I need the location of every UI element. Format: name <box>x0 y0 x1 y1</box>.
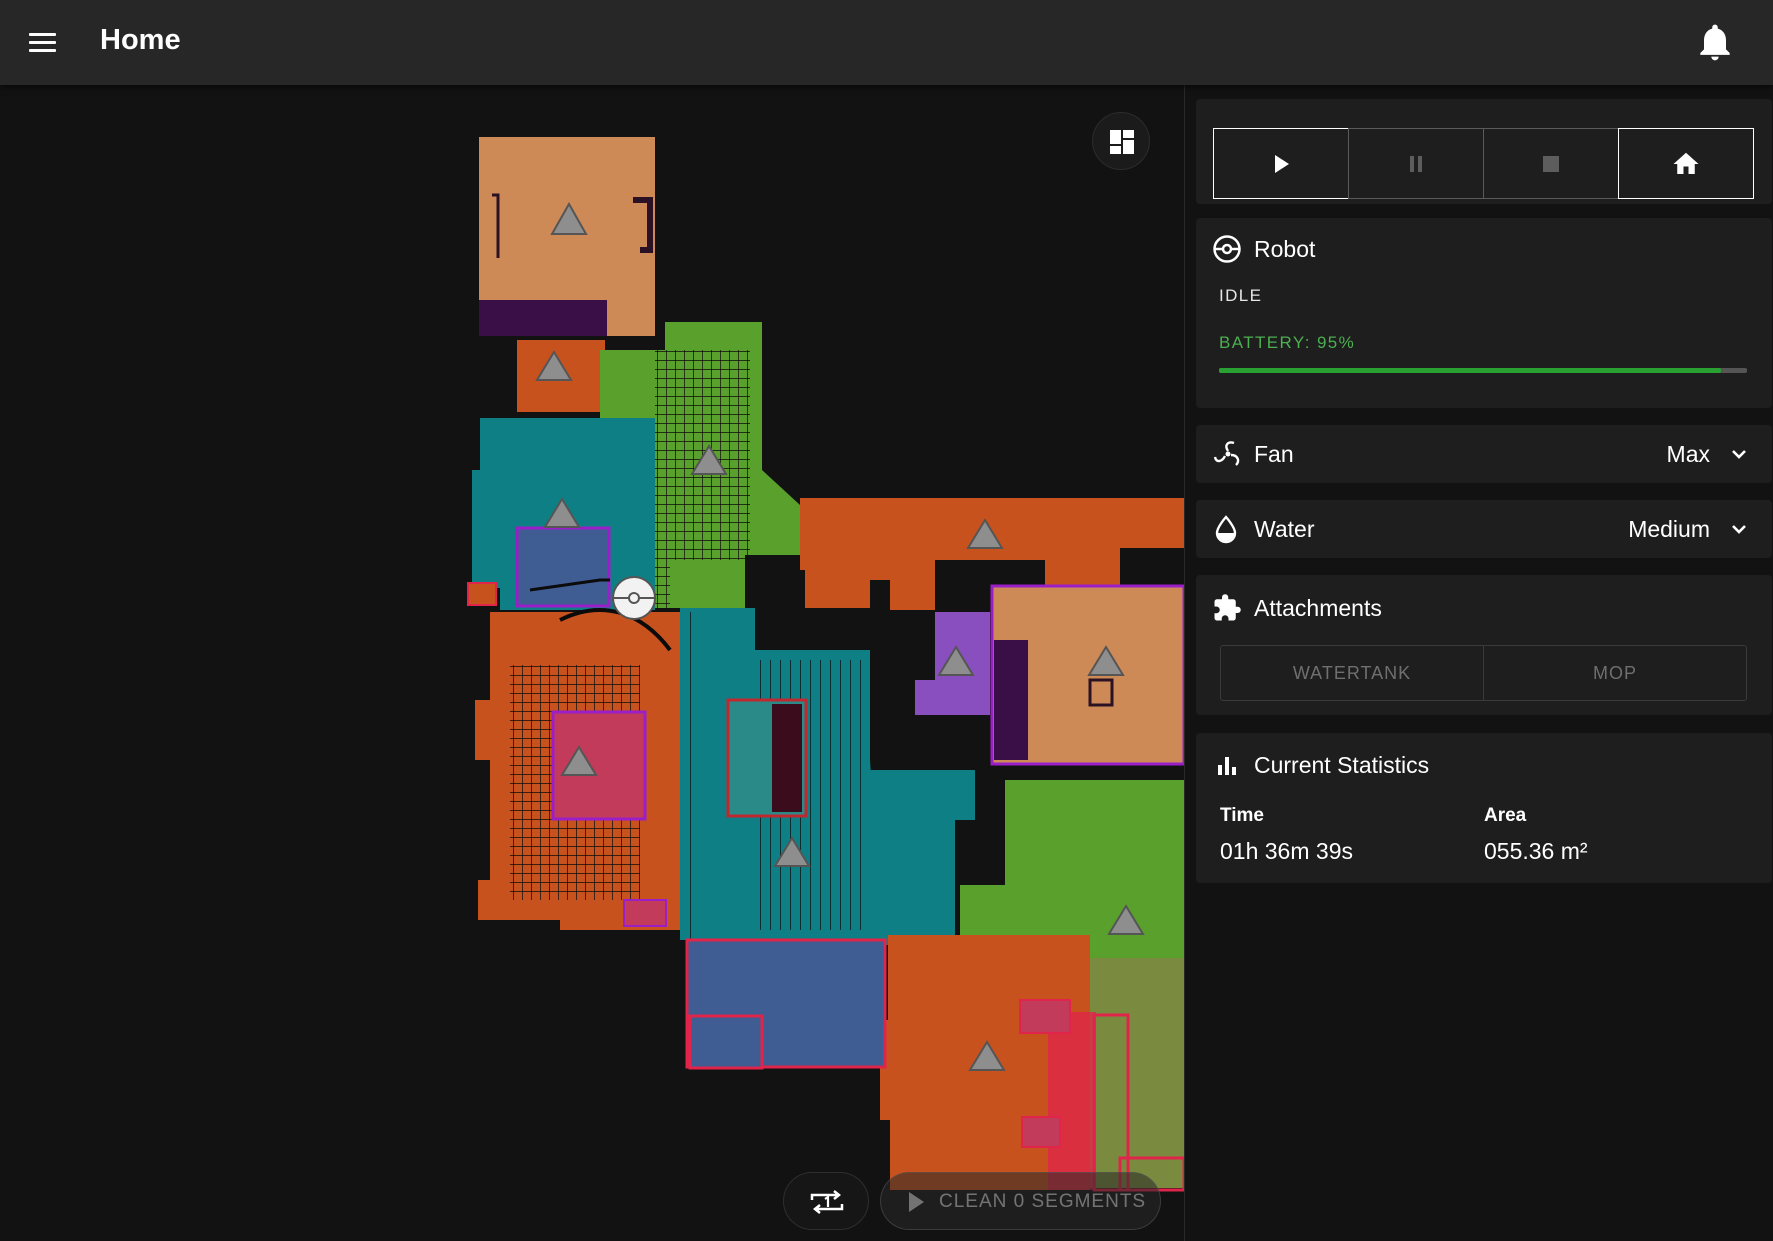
robot-title: Robot <box>1254 236 1316 262</box>
fan-title: Fan <box>1254 441 1294 467</box>
mop-toggle[interactable]: MOP <box>1483 645 1747 701</box>
attachments-title: Attachments <box>1254 595 1382 621</box>
map-canvas[interactable]: CLEAN 0 SEGMENTS <box>0 85 1184 1241</box>
attachments-card: Attachments WATERTANK MOP <box>1196 575 1772 715</box>
segments-layout-icon[interactable] <box>1092 112 1150 170</box>
floor-map[interactable] <box>0 85 1184 1241</box>
clean-segments-button[interactable]: CLEAN 0 SEGMENTS <box>880 1172 1161 1230</box>
robot-state: IDLE <box>1219 286 1263 305</box>
puzzle-icon <box>1214 594 1241 621</box>
robot-icon <box>1213 235 1241 263</box>
home-icon <box>1673 152 1699 174</box>
battery-bar-fill <box>1219 368 1721 373</box>
clean-segments-label: CLEAN 0 SEGMENTS <box>939 1191 1147 1212</box>
play-icon <box>1275 154 1289 173</box>
statistics-card: Current Statistics Time 01h 36m 39s Area… <box>1196 733 1772 883</box>
area-label: Area <box>1484 805 1527 826</box>
stop-button[interactable] <box>1483 128 1619 199</box>
battery-bar <box>1219 368 1747 373</box>
robot-marker <box>612 576 656 620</box>
bar-chart-icon <box>1218 757 1236 775</box>
stop-icon <box>1543 155 1559 172</box>
bell-icon[interactable] <box>1693 20 1737 64</box>
play-icon <box>909 1192 924 1212</box>
chevron-down-icon <box>1732 450 1746 459</box>
chevron-down-icon <box>1732 525 1746 534</box>
watertank-toggle[interactable]: WATERTANK <box>1220 645 1484 701</box>
time-value: 01h 36m 39s <box>1220 838 1353 864</box>
menu-icon[interactable] <box>20 20 64 64</box>
segment-top-room[interactable] <box>479 137 655 336</box>
battery-label: BATTERY: 95% <box>1219 333 1356 352</box>
app-bar: Home <box>0 0 1773 85</box>
pause-icon <box>1410 155 1422 172</box>
basic-controls-card <box>1196 99 1772 204</box>
fan-speed-select[interactable]: Fan Max <box>1196 425 1772 483</box>
water-value: Medium <box>1628 516 1710 542</box>
water-drop-icon <box>1215 515 1237 544</box>
time-label: Time <box>1220 805 1265 826</box>
home-dock-button[interactable] <box>1618 128 1754 199</box>
water-title: Water <box>1254 516 1315 542</box>
segment-blue-bottom[interactable] <box>685 938 887 1070</box>
start-button[interactable] <box>1213 128 1349 199</box>
water-usage-select[interactable]: Water Medium <box>1196 500 1772 558</box>
fan-icon <box>1213 441 1240 466</box>
page-title: Home <box>100 24 181 56</box>
fan-value: Max <box>1666 441 1710 467</box>
robot-card: Robot IDLE BATTERY: 95% <box>1196 218 1772 408</box>
statistics-title: Current Statistics <box>1254 752 1430 778</box>
repeat-once-icon[interactable] <box>783 1172 869 1230</box>
pause-button[interactable] <box>1348 128 1484 199</box>
panel-divider <box>1184 85 1185 1241</box>
area-value: 055.36 m² <box>1484 838 1588 864</box>
